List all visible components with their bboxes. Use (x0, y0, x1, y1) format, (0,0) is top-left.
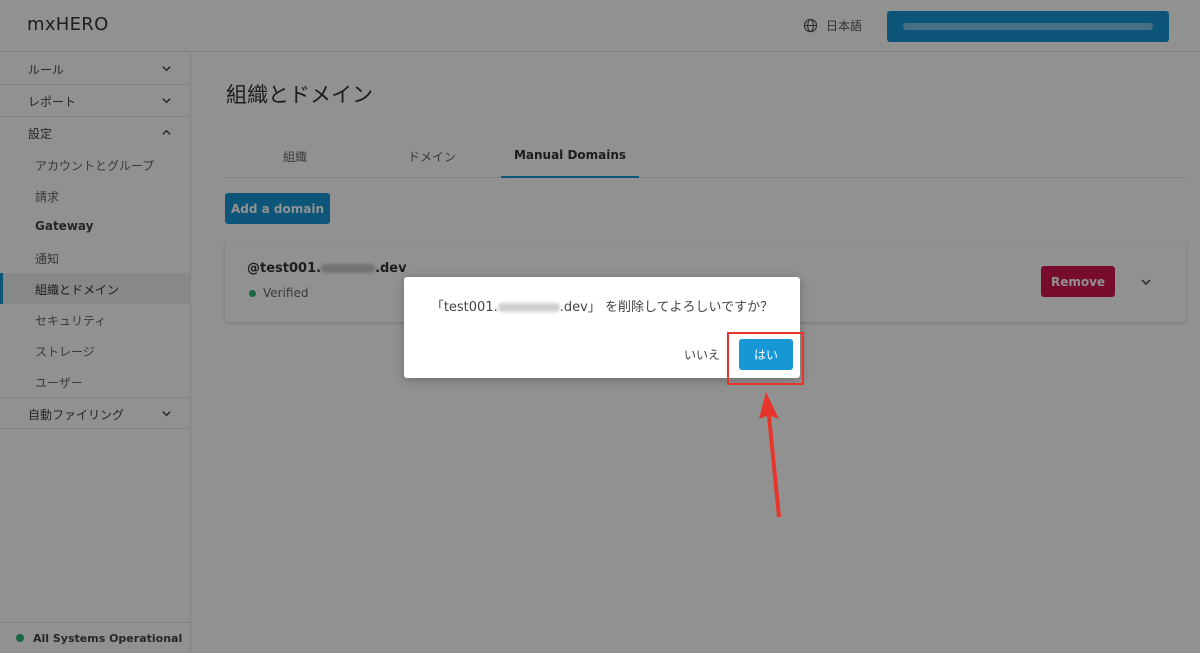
no-button[interactable]: いいえ (684, 346, 720, 363)
arrow-up-icon (759, 392, 781, 517)
dialog-message-suffix: .dev」 を削除してよろしいですか？ (559, 300, 774, 315)
dialog-message-prefix: 「test001. (430, 300, 498, 315)
dialog-message: 「test001. .dev」 を削除してよろしいですか？ (404, 296, 800, 315)
highlight-annotation (727, 332, 804, 385)
redacted-text (497, 303, 560, 312)
